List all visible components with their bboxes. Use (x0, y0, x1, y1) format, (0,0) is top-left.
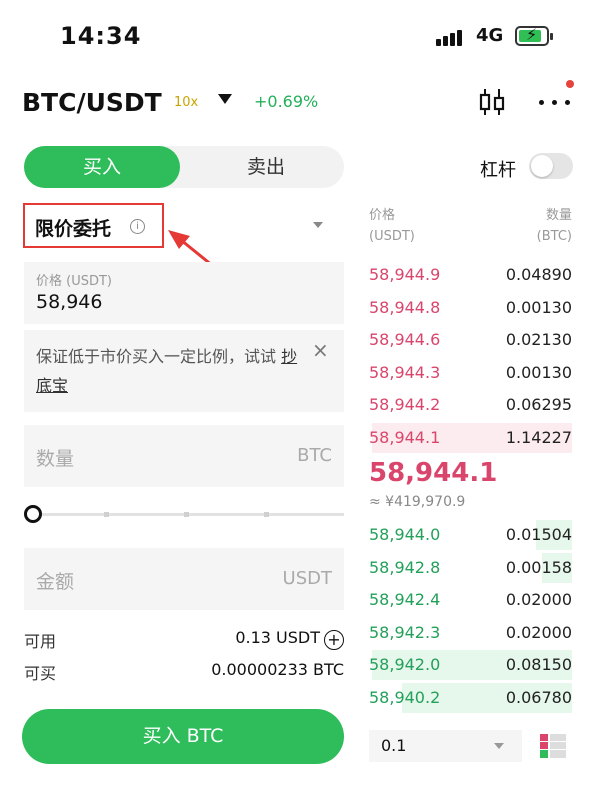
price-header: 价格 (369, 208, 396, 223)
pair-title[interactable]: BTC/USDT (22, 88, 162, 117)
percentage-slider[interactable] (24, 504, 344, 524)
market-header: BTC/USDT 10x +0.69% (0, 78, 597, 128)
bid-row[interactable]: 58,942.8 0.00158 (362, 552, 572, 583)
ask-row[interactable]: 58,944.1 1.14227 (362, 422, 572, 453)
buyable-value: 0.00000233 BTC (211, 660, 344, 679)
ask-row[interactable]: 58,944.2 0.06295 (362, 390, 572, 420)
bid-price: 58,942.0 (369, 655, 441, 674)
ask-qty: 0.06295 (505, 395, 572, 414)
ask-row[interactable]: 58,944.6 0.02130 (362, 325, 572, 355)
order-book-layout-icon[interactable] (539, 733, 567, 759)
quantity-placeholder: 数量 (36, 448, 75, 470)
available-row: 可用 0.13 USDT + (24, 628, 344, 654)
signal-icon (436, 28, 468, 46)
ask-qty: 0.04890 (505, 265, 572, 284)
status-bar: 14:34 4G ⚡ (0, 0, 597, 72)
add-funds-icon[interactable]: + (324, 630, 344, 650)
ask-qty: 0.02130 (505, 330, 572, 349)
last-price-cny: ≈ ¥419,970.9 (369, 494, 466, 510)
qty-header: 数量 (545, 208, 572, 223)
bid-price: 58,942.8 (369, 557, 441, 577)
ask-qty: 0.00130 (505, 362, 572, 382)
chevron-down-icon[interactable] (313, 222, 323, 228)
order-type-selector[interactable]: 限价委托 i (23, 203, 164, 248)
chevron-down-icon[interactable] (218, 94, 232, 104)
price-label: 价格 (USDT) (36, 274, 112, 289)
buy-sell-tabs: 买入 卖出 (24, 146, 344, 188)
bid-row[interactable]: 58,940.2 0.06780 (362, 682, 572, 713)
tip-text: 保证低于市价买入一定比例，试试 抄底宝 (36, 347, 298, 395)
status-time: 14:34 (60, 22, 142, 50)
info-icon[interactable]: i (130, 219, 145, 234)
amount-unit: USDT (282, 568, 332, 589)
bid-row[interactable]: 58,944.0 0.01504 (362, 520, 572, 550)
ask-price: 58,944.3 (369, 362, 441, 382)
bid-price: 58,942.4 (369, 590, 441, 609)
buyable-row: 可买 0.00000233 BTC (24, 660, 344, 686)
ask-price: 58,944.9 (369, 265, 441, 284)
bid-qty: 0.02000 (505, 590, 572, 609)
qty-header-unit: (BTC) (536, 229, 572, 244)
bid-price: 58,944.0 (369, 525, 441, 544)
ask-price: 58,944.6 (369, 330, 441, 349)
bid-qty: 0.02000 (505, 622, 572, 642)
ask-row[interactable]: 58,944.3 0.00130 (362, 358, 572, 388)
buyable-label: 可买 (24, 664, 57, 683)
tip-banner: 保证低于市价买入一定比例，试试 抄底宝 × (24, 330, 344, 412)
price-change: +0.69% (254, 92, 319, 111)
slider-handle[interactable] (24, 505, 42, 523)
ask-price: 58,944.8 (369, 297, 441, 317)
notification-dot (566, 80, 574, 88)
bid-row[interactable]: 58,942.0 0.08150 (362, 650, 572, 680)
bid-price: 58,940.2 (369, 687, 441, 707)
battery-icon: ⚡ (515, 25, 553, 46)
bid-qty: 0.08150 (505, 655, 572, 674)
more-options-icon[interactable] (537, 98, 573, 108)
ask-row[interactable]: 58,944.8 0.00130 (362, 293, 572, 323)
depth-value: 0.1 (381, 736, 407, 755)
amount-input[interactable]: 金额 USDT (24, 548, 344, 610)
available-value: 0.13 USDT + (235, 628, 344, 650)
order-type-label: 限价委托 (35, 218, 112, 240)
amount-placeholder: 金额 (36, 571, 75, 593)
tab-buy[interactable]: 买入 (24, 146, 180, 188)
last-price: 58,944.1 (369, 458, 498, 488)
depth-select[interactable]: 0.1 (369, 730, 522, 762)
candlestick-chart-icon[interactable] (476, 86, 508, 118)
margin-toggle[interactable] (529, 153, 573, 179)
price-header-unit: (USDT) (369, 229, 415, 244)
tab-sell[interactable]: 卖出 (188, 146, 344, 188)
available-label: 可用 (24, 632, 57, 651)
bid-price: 58,942.3 (369, 622, 441, 642)
price-value: 58,946 (36, 291, 103, 313)
ask-qty: 1.14227 (505, 427, 572, 447)
margin-label: 杠杆 (480, 160, 516, 181)
quantity-unit: BTC (297, 445, 332, 466)
bid-qty: 0.00158 (505, 557, 572, 577)
ask-price: 58,944.2 (369, 395, 441, 414)
leverage-badge: 10x (174, 95, 199, 110)
ask-row[interactable]: 58,944.9 0.04890 (362, 260, 572, 290)
order-book-header: 价格 (USDT) 数量 (BTC) (369, 205, 572, 247)
ask-price: 58,944.1 (369, 427, 441, 447)
bid-qty: 0.06780 (505, 687, 572, 707)
price-input[interactable]: 价格 (USDT) 58,946 (24, 262, 344, 324)
bid-row[interactable]: 58,942.4 0.02000 (362, 585, 572, 615)
close-icon[interactable]: × (312, 338, 329, 362)
buy-btc-button[interactable]: 买入 BTC (22, 709, 344, 764)
ask-qty: 0.00130 (505, 297, 572, 317)
bid-row[interactable]: 58,942.3 0.02000 (362, 618, 572, 648)
quantity-input[interactable]: 数量 BTC (24, 425, 344, 487)
bid-qty: 0.01504 (505, 525, 572, 544)
chevron-down-icon (494, 743, 504, 749)
network-label: 4G (476, 25, 504, 46)
